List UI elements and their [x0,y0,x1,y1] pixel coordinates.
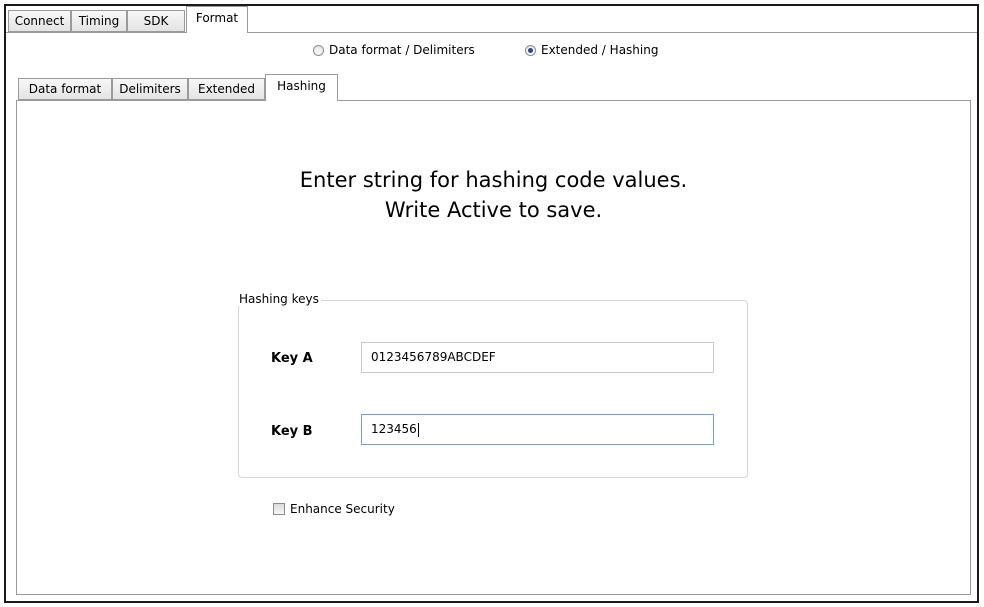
text-caret [417,422,419,437]
radio-button-selected-icon[interactable] [525,44,536,56]
checkbox-icon[interactable] [273,503,285,515]
enhance-security-label: Enhance Security [290,502,395,516]
radio-data-format-delimiters[interactable]: Data format / Delimiters [313,43,475,57]
radio-label: Extended / Hashing [541,43,659,57]
key-a-label: Key A [271,351,313,366]
key-b-value: 123456 [371,422,417,436]
subtab-hashing[interactable]: Hashing [265,74,338,101]
key-a-input[interactable]: 0123456789ABCDEF [361,342,714,373]
radio-button-icon[interactable] [313,44,324,56]
tab-sdk[interactable]: SDK [127,10,185,32]
hashing-keys-group-title: Hashing keys [237,292,321,306]
enhance-security-checkbox[interactable]: Enhance Security [273,502,395,516]
subtab-delimiters[interactable]: Delimiters [112,78,188,100]
hashing-keys-group: Hashing keys [237,292,748,478]
tab-format[interactable]: Format [186,6,248,33]
radio-extended-hashing[interactable]: Extended / Hashing [525,43,658,57]
tab-connect[interactable]: Connect [8,10,71,32]
instruction-line-1: Enter string for hashing code values. [299,168,688,192]
key-b-input[interactable]: 123456 [361,414,714,445]
subtab-data-format[interactable]: Data format [18,78,112,100]
key-a-value: 0123456789ABCDEF [371,350,496,364]
instruction-line-2: Write Active to save. [384,198,603,222]
tab-timing[interactable]: Timing [71,10,127,32]
radio-label: Data format / Delimiters [329,43,475,57]
window-frame: Connect Timing SDK Format Data format / … [4,4,979,603]
subtab-extended[interactable]: Extended [188,78,265,100]
key-b-label: Key B [271,424,313,439]
